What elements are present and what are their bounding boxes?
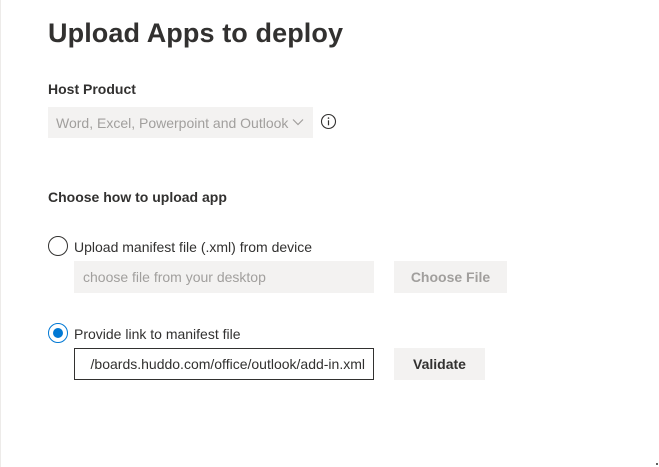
choose-file-button[interactable]: Choose File <box>394 261 507 293</box>
radio-provide-link-label[interactable]: Provide link to manifest file <box>74 326 241 342</box>
upload-method-heading: Choose how to upload app <box>48 189 227 205</box>
upload-apps-panel: Upload Apps to deploy Host Product Word,… <box>0 0 659 467</box>
radio-provide-link[interactable] <box>48 323 68 343</box>
validate-button[interactable]: Validate <box>394 348 485 380</box>
chevron-down-icon <box>292 119 304 126</box>
radio-upload-from-device[interactable] <box>48 236 68 256</box>
host-product-selected-value: Word, Excel, Powerpoint and Outlook <box>56 114 289 131</box>
host-product-dropdown[interactable]: Word, Excel, Powerpoint and Outlook <box>48 107 313 138</box>
page-title: Upload Apps to deploy <box>48 18 344 48</box>
resize-grip-dot <box>656 463 658 465</box>
info-icon[interactable] <box>320 113 337 130</box>
manifest-link-value: /boards.huddo.com/office/outlook/add-in.… <box>90 356 365 372</box>
host-product-label: Host Product <box>48 81 136 97</box>
device-file-input[interactable]: choose file from your desktop <box>74 261 374 293</box>
device-file-placeholder: choose file from your desktop <box>83 269 266 285</box>
manifest-link-input[interactable]: /boards.huddo.com/office/outlook/add-in.… <box>74 348 374 380</box>
radio-upload-from-device-label[interactable]: Upload manifest file (.xml) from device <box>74 239 312 255</box>
